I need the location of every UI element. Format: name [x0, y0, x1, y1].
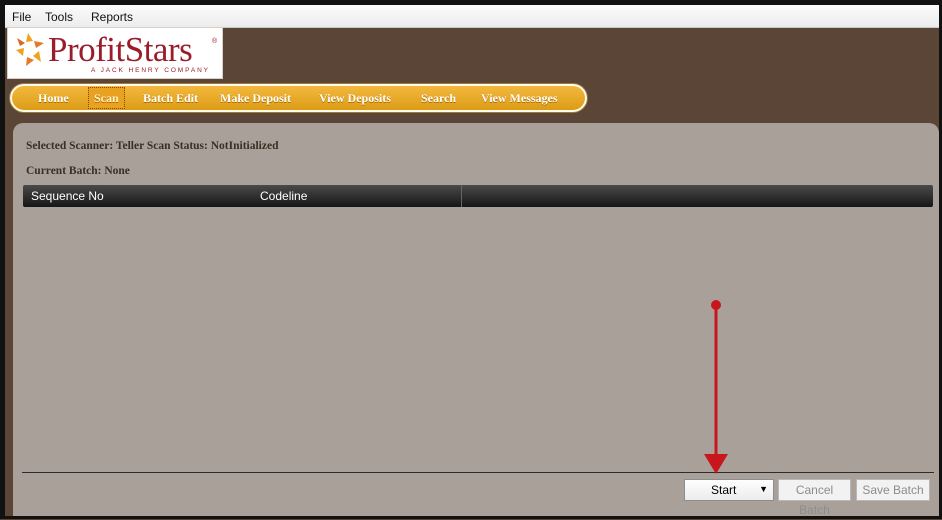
arrow-head-icon: [704, 454, 728, 474]
annotation-arrow: [704, 300, 728, 474]
